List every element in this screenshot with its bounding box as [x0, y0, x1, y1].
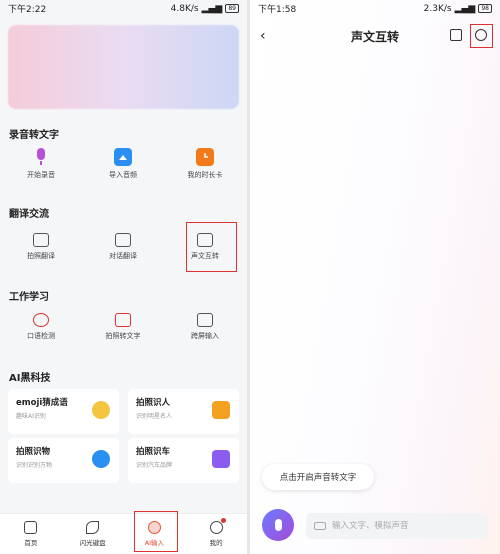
- emoji-icon: [92, 401, 110, 419]
- emoji-idiom-card[interactable]: emoji猜成语 趣味AI识别: [8, 389, 119, 434]
- highlight-box: [186, 222, 237, 272]
- oral-test-button[interactable]: 口语检测: [0, 313, 82, 341]
- import-audio-button[interactable]: 导入音频: [82, 148, 164, 180]
- bottom-nav: 首页 闪光键盘 AI输入 我的: [0, 513, 247, 554]
- nav-me[interactable]: 我的: [185, 514, 247, 554]
- highlight-box: [134, 511, 178, 552]
- tooltip: 点击开启声音转文字: [262, 464, 374, 490]
- right-screen: 下午1:58 2.3K/s ▂▄▆ 98 ‹ 声文互转 点击开启声音转文字: [250, 0, 500, 554]
- dialogue-translate-button[interactable]: 对话翻译: [82, 233, 164, 261]
- section-title-record: 录音转文字: [9, 130, 59, 141]
- highlight-box: [470, 24, 493, 48]
- dialogue-icon: [115, 233, 131, 247]
- home-icon: [24, 521, 38, 534]
- microphone-button[interactable]: [262, 509, 294, 541]
- nav-home[interactable]: 首页: [0, 514, 62, 554]
- page-title: 声文互转: [350, 30, 399, 44]
- photo-recognize-object-card[interactable]: 拍照识物 识别识别万物: [8, 438, 119, 483]
- status-speed: 2.3K/s: [423, 3, 452, 14]
- battery-icon: 89: [225, 4, 239, 13]
- photo-recognize-person-card[interactable]: 拍照识人 识别明星名人: [128, 389, 239, 434]
- status-time: 下午2:22: [8, 5, 47, 15]
- top-bar: ‹ 声文互转: [250, 22, 500, 50]
- photo-recognize-car-card[interactable]: 拍照识车 识别汽车品牌: [128, 438, 239, 483]
- pen-icon: [86, 521, 100, 534]
- nav-keyboard[interactable]: 闪光键盘: [62, 514, 124, 554]
- bookmark-icon[interactable]: [450, 29, 462, 41]
- monitor-icon: [197, 313, 213, 327]
- promo-banner[interactable]: [8, 25, 239, 109]
- left-screen: 下午2:22 4.8K/s ▂▄▆ 89 录音转文字 开始录音 导入音频 我的时…: [0, 0, 247, 554]
- notification-dot: [221, 518, 227, 523]
- scan-icon: [115, 313, 131, 327]
- section-title-ai: AI黑科技: [9, 373, 51, 384]
- status-bar: 下午1:58 2.3K/s ▂▄▆ 98: [250, 0, 500, 17]
- microphone-icon: [32, 148, 50, 166]
- person-icon: [212, 401, 230, 419]
- battery-icon: 98: [478, 4, 492, 13]
- text-input-box[interactable]: [306, 513, 488, 539]
- section-title-work: 工作学习: [9, 292, 49, 303]
- text-input[interactable]: [332, 521, 472, 531]
- folder-icon: [114, 148, 132, 166]
- status-time: 下午1:58: [258, 5, 297, 15]
- start-recording-button[interactable]: 开始录音: [0, 148, 82, 180]
- keyboard-icon: [314, 522, 326, 530]
- status-bar: 下午2:22 4.8K/s ▂▄▆ 89: [0, 0, 247, 17]
- duration-card-button[interactable]: 我的时长卡: [164, 148, 246, 180]
- car-icon: [212, 450, 230, 468]
- signal-icon: ▂▄▆: [454, 3, 476, 14]
- cross-screen-input-button[interactable]: 跨屏输入: [164, 313, 246, 341]
- status-speed: 4.8K/s: [170, 3, 199, 14]
- work-grid: 口语检测 拍照转文字 跨屏输入: [0, 313, 247, 341]
- oral-test-icon: [33, 313, 49, 327]
- record-grid: 开始录音 导入音频 我的时长卡: [0, 148, 247, 180]
- object-icon: [92, 450, 110, 468]
- photo-translate-button[interactable]: 拍照翻译: [0, 233, 82, 261]
- profile-icon: [209, 521, 223, 534]
- signal-icon: ▂▄▆: [201, 3, 223, 14]
- clock-icon: [196, 148, 214, 166]
- microphone-icon: [274, 519, 282, 531]
- section-title-translate: 翻译交流: [9, 209, 49, 220]
- photo-to-text-button[interactable]: 拍照转文字: [82, 313, 164, 341]
- photo-translate-icon: [33, 233, 49, 247]
